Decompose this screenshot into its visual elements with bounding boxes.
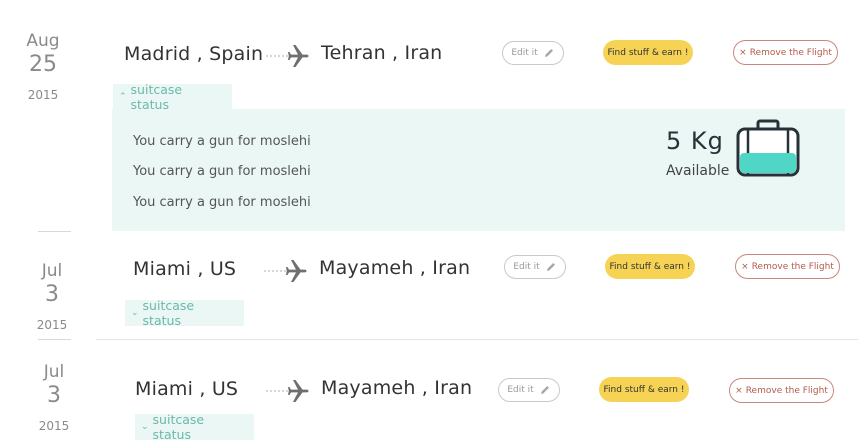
remove-label: Remove the Flight bbox=[749, 47, 832, 58]
edit-button[interactable]: Edit it bbox=[498, 378, 560, 402]
chevron-down-icon: ⌄ bbox=[141, 422, 149, 432]
pencil-icon bbox=[544, 49, 553, 57]
origin-city: Madrid , Spain bbox=[124, 43, 264, 65]
available-label: Available bbox=[666, 163, 730, 179]
suitcase-status-tab[interactable]: ⌃ suitcase status bbox=[113, 82, 232, 112]
destination-city: Mayameh , Iran bbox=[321, 377, 473, 399]
divider bbox=[96, 339, 858, 340]
date-day: 3 bbox=[45, 282, 59, 307]
date-day: 3 bbox=[47, 383, 61, 408]
suitcase-icon bbox=[736, 119, 800, 177]
date-month: Aug bbox=[26, 31, 60, 51]
destination-city: Tehran , Iran bbox=[321, 42, 443, 64]
suitcase-tab-label: suitcase status bbox=[130, 82, 183, 112]
close-icon: × bbox=[741, 261, 749, 272]
edit-label: Edit it bbox=[507, 385, 534, 395]
suitcase-status-tab[interactable]: ⌄ suitcase status bbox=[135, 412, 254, 442]
divider bbox=[38, 339, 71, 340]
close-icon: × bbox=[739, 47, 747, 58]
date-year: 2015 bbox=[36, 318, 68, 332]
suitcase-status-tab[interactable]: ⌄ suitcase status bbox=[125, 298, 244, 328]
suitcase-item: You carry a gun for moslehi bbox=[133, 195, 311, 210]
airplane-icon bbox=[266, 45, 309, 67]
airplane-icon bbox=[264, 260, 307, 282]
edit-button[interactable]: Edit it bbox=[502, 41, 564, 65]
flight-date: Aug 25 2015 bbox=[13, 31, 73, 102]
suitcase-tab-label: suitcase status bbox=[152, 412, 205, 442]
close-icon: × bbox=[735, 385, 743, 396]
edit-label: Edit it bbox=[513, 262, 540, 272]
edit-button[interactable]: Edit it bbox=[504, 255, 566, 279]
divider bbox=[38, 231, 71, 232]
pencil-icon bbox=[540, 386, 549, 394]
chevron-up-icon: ⌃ bbox=[119, 92, 127, 102]
date-day: 25 bbox=[29, 52, 57, 77]
find-stuff-button[interactable]: Find stuff & earn ! bbox=[605, 254, 695, 279]
available-weight: 5 Kg bbox=[666, 127, 724, 155]
suitcase-tab-label: suitcase status bbox=[142, 298, 195, 328]
date-month: Jul bbox=[41, 261, 63, 281]
date-year: 2015 bbox=[38, 419, 70, 433]
find-stuff-button[interactable]: Find stuff & earn ! bbox=[603, 40, 693, 65]
remove-flight-button[interactable]: × Remove the Flight bbox=[735, 254, 840, 279]
remove-label: Remove the Flight bbox=[745, 385, 828, 396]
chevron-down-icon: ⌄ bbox=[131, 308, 139, 318]
destination-city: Mayameh , Iran bbox=[319, 257, 471, 279]
flight-date: Jul 3 2015 bbox=[24, 362, 84, 433]
pencil-icon bbox=[546, 263, 555, 271]
remove-flight-button[interactable]: × Remove the Flight bbox=[729, 378, 834, 403]
date-month: Jul bbox=[43, 362, 65, 382]
suitcase-panel: You carry a gun for moslehi You carry a … bbox=[112, 109, 845, 231]
airplane-icon bbox=[266, 380, 309, 402]
suitcase-item: You carry a gun for moslehi bbox=[133, 134, 311, 149]
flight-date: Jul 3 2015 bbox=[22, 261, 82, 332]
find-stuff-button[interactable]: Find stuff & earn ! bbox=[599, 377, 689, 402]
remove-flight-button[interactable]: × Remove the Flight bbox=[733, 40, 838, 65]
suitcase-item: You carry a gun for moslehi bbox=[133, 164, 311, 179]
origin-city: Miami , US bbox=[133, 258, 237, 280]
edit-label: Edit it bbox=[511, 48, 538, 58]
date-year: 2015 bbox=[27, 88, 59, 102]
origin-city: Miami , US bbox=[135, 378, 239, 400]
remove-label: Remove the Flight bbox=[751, 261, 834, 272]
